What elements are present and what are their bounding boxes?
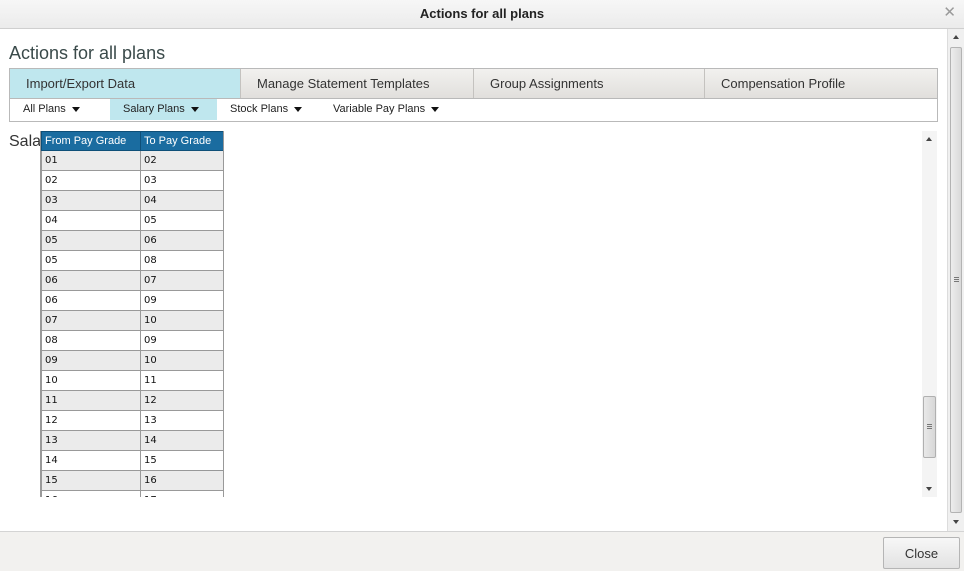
grip-icon bbox=[927, 428, 932, 429]
to-pay-grade-cell: 09 bbox=[140, 290, 223, 311]
column-header-to-pay-grade[interactable]: To Pay Grade bbox=[140, 131, 223, 151]
subtab-salary-plans[interactable]: Salary Plans bbox=[110, 99, 217, 120]
table-row[interactable]: 09 10 bbox=[41, 350, 223, 371]
table-scrollbar[interactable] bbox=[922, 131, 937, 497]
to-pay-grade-cell: 17 bbox=[140, 490, 223, 497]
to-pay-grade-cell: 11 bbox=[140, 370, 223, 391]
table-row[interactable]: 06 09 bbox=[41, 290, 223, 311]
caret-down-icon bbox=[71, 107, 80, 112]
table-row[interactable]: 13 14 bbox=[41, 430, 223, 451]
tab-compensation-profile[interactable]: Compensation Profile bbox=[705, 69, 937, 98]
from-pay-grade-cell: 11 bbox=[41, 390, 141, 411]
table-row[interactable]: 05 08 bbox=[41, 250, 223, 271]
from-pay-grade-cell: 03 bbox=[41, 190, 141, 211]
table-row[interactable]: 08 09 bbox=[41, 330, 223, 351]
to-pay-grade-cell: 14 bbox=[140, 430, 223, 451]
tab-manage-statement-templates[interactable]: Manage Statement Templates bbox=[241, 69, 474, 98]
scroll-down-arrow-icon[interactable] bbox=[953, 520, 959, 524]
plan-subtabs: All Plans Salary Plans Stock Plans Varia… bbox=[9, 99, 938, 122]
from-pay-grade-cell: 15 bbox=[41, 470, 141, 491]
from-pay-grade-cell: 10 bbox=[41, 370, 141, 391]
caret-down-icon bbox=[294, 107, 303, 112]
from-pay-grade-cell: 16 bbox=[41, 490, 141, 497]
page-title: Actions for all plans bbox=[9, 43, 166, 63]
to-pay-grade-cell: 12 bbox=[140, 390, 223, 411]
from-pay-grade-cell: 04 bbox=[41, 210, 141, 231]
salary-ranges-table-container: From Pay Grade To Pay Grade 01 02 02 03 03 04… bbox=[40, 131, 224, 497]
to-pay-grade-cell: 10 bbox=[140, 310, 223, 331]
table-row[interactable]: 05 06 bbox=[41, 230, 223, 251]
subtab-variable-pay-plans[interactable]: Variable Pay Plans bbox=[320, 99, 450, 120]
table-row[interactable]: 04 05 bbox=[41, 210, 223, 231]
from-pay-grade-cell: 07 bbox=[41, 310, 141, 331]
dialog-titlebar: Actions for all plans ✕ bbox=[0, 0, 964, 29]
to-pay-grade-cell: 04 bbox=[140, 190, 223, 211]
subtab-label: Stock Plans bbox=[230, 103, 289, 115]
to-pay-grade-cell: 02 bbox=[140, 150, 223, 171]
grip-icon bbox=[927, 426, 932, 427]
grip-icon bbox=[927, 424, 932, 425]
subtab-all-plans[interactable]: All Plans bbox=[10, 99, 110, 120]
from-pay-grade-cell: 06 bbox=[41, 290, 141, 311]
from-pay-grade-cell: 12 bbox=[41, 410, 141, 431]
to-pay-grade-cell: 05 bbox=[140, 210, 223, 231]
from-pay-grade-cell: 05 bbox=[41, 250, 141, 271]
to-pay-grade-cell: 06 bbox=[140, 230, 223, 251]
to-pay-grade-cell: 08 bbox=[140, 250, 223, 271]
caret-down-icon bbox=[431, 107, 440, 112]
close-button[interactable]: Close bbox=[883, 537, 960, 569]
to-pay-grade-cell: 10 bbox=[140, 350, 223, 371]
grip-icon bbox=[954, 277, 959, 278]
from-pay-grade-cell: 05 bbox=[41, 230, 141, 251]
caret-down-icon bbox=[190, 107, 199, 112]
dialog-title: Actions for all plans bbox=[419, 6, 545, 21]
to-pay-grade-cell: 03 bbox=[140, 170, 223, 191]
table-row[interactable]: 12 13 bbox=[41, 410, 223, 431]
from-pay-grade-cell: 01 bbox=[41, 150, 141, 171]
grip-icon bbox=[954, 279, 959, 280]
tab-import-export-data[interactable]: Import/Export Data bbox=[10, 69, 241, 98]
scroll-up-arrow-icon[interactable] bbox=[926, 137, 932, 141]
salary-ranges-table: From Pay Grade To Pay Grade 01 02 02 03 03 04… bbox=[41, 131, 223, 497]
table-row[interactable]: 10 11 bbox=[41, 370, 223, 391]
main-tabs: Import/Export Data Manage Statement Temp… bbox=[9, 68, 938, 99]
subtab-stock-plans[interactable]: Stock Plans bbox=[217, 99, 320, 120]
table-row[interactable]: 07 10 bbox=[41, 310, 223, 331]
table-row[interactable]: 14 15 bbox=[41, 450, 223, 471]
table-row[interactable]: 1617 bbox=[41, 490, 223, 497]
table-row[interactable]: 15 16 bbox=[41, 470, 223, 491]
table-row[interactable]: 11 12 bbox=[41, 390, 223, 411]
tab-group-assignments[interactable]: Group Assignments bbox=[474, 69, 705, 98]
to-pay-grade-cell: 16 bbox=[140, 470, 223, 491]
from-pay-grade-cell: 14 bbox=[41, 450, 141, 471]
from-pay-grade-cell: 02 bbox=[41, 170, 141, 191]
subtab-label: All Plans bbox=[23, 103, 66, 115]
from-pay-grade-cell: 06 bbox=[41, 270, 141, 291]
from-pay-grade-cell: 13 bbox=[41, 430, 141, 451]
scroll-up-arrow-icon[interactable] bbox=[953, 35, 959, 39]
table-body: 01 02 02 03 03 04 04 05 05 06 05 08 06 07 06 09 07 10 08 09… bbox=[41, 150, 223, 497]
column-header-from-pay-grade[interactable]: From Pay Grade bbox=[41, 131, 141, 151]
table-row[interactable]: 03 04 bbox=[41, 190, 223, 211]
to-pay-grade-cell: 07 bbox=[140, 270, 223, 291]
grip-icon bbox=[954, 281, 959, 282]
table-row[interactable]: 02 03 bbox=[41, 170, 223, 191]
subtab-label: Salary Plans bbox=[123, 103, 185, 115]
from-pay-grade-cell: 09 bbox=[41, 350, 141, 371]
from-pay-grade-cell: 08 bbox=[41, 330, 141, 351]
to-pay-grade-cell: 13 bbox=[140, 410, 223, 431]
table-scrollbar-thumb[interactable] bbox=[923, 396, 936, 458]
to-pay-grade-cell: 15 bbox=[140, 450, 223, 471]
to-pay-grade-cell: 09 bbox=[140, 330, 223, 351]
close-icon[interactable]: ✕ bbox=[943, 4, 956, 22]
table-row[interactable]: 01 02 bbox=[41, 150, 223, 171]
dialog-footer: Close bbox=[0, 531, 964, 571]
scroll-down-arrow-icon[interactable] bbox=[926, 487, 932, 491]
dialog-scrollbar[interactable] bbox=[947, 29, 964, 531]
subtab-label: Variable Pay Plans bbox=[333, 103, 426, 115]
dialog-scrollbar-thumb[interactable] bbox=[950, 47, 962, 513]
table-row[interactable]: 06 07 bbox=[41, 270, 223, 291]
